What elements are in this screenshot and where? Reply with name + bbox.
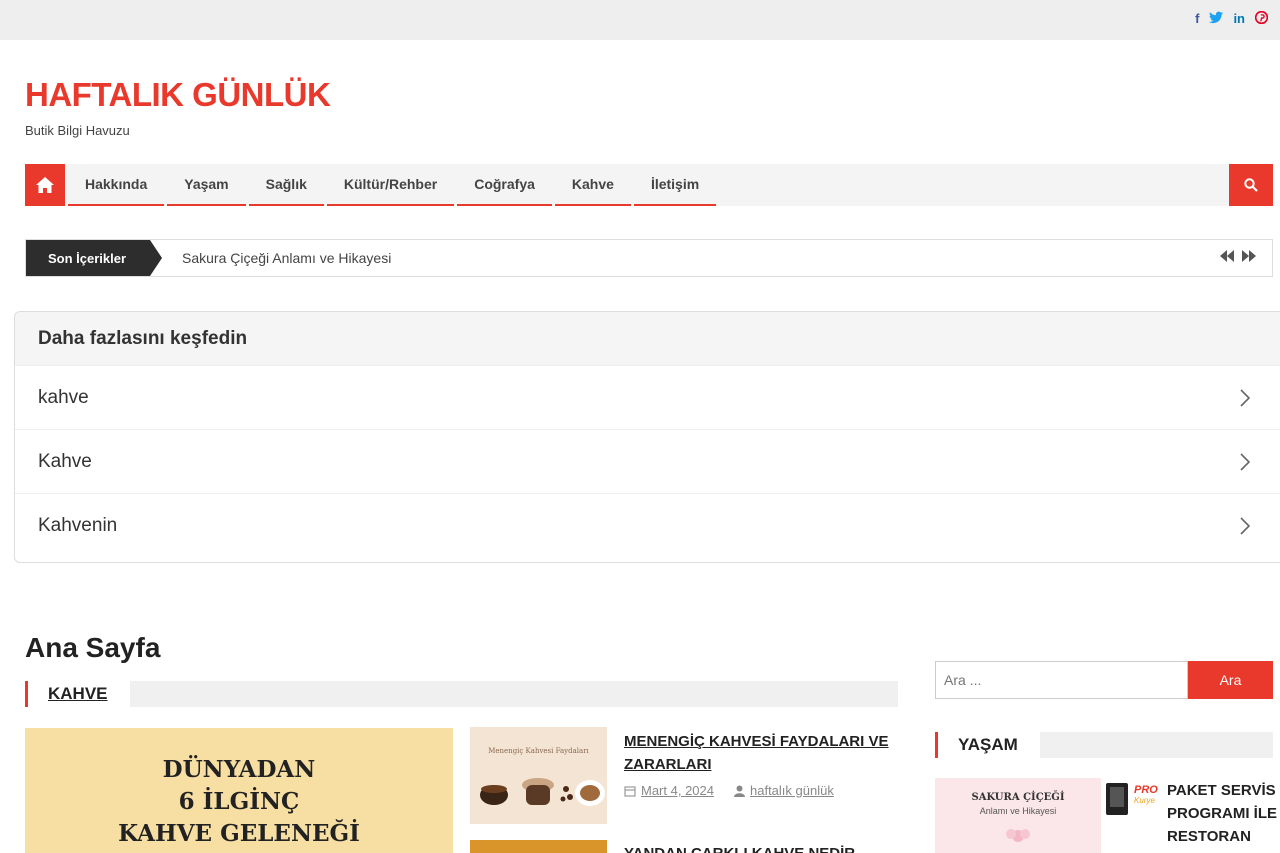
section-title[interactable]: YAŞAM — [938, 735, 1040, 755]
search-submit-button[interactable]: Ara — [1188, 661, 1273, 699]
image-title: SAKURA ÇİÇEĞİ — [971, 792, 1065, 803]
ticker-label: Son İçerikler — [26, 240, 150, 276]
top-bar: f in — [0, 0, 1280, 40]
post-author[interactable]: haftalık günlük — [734, 783, 834, 798]
thumbnail-caption: Menengiç Kahvesi Faydaları — [488, 747, 589, 755]
image-subtitle: Anlamı ve Hikayesi — [979, 806, 1057, 816]
explore-item[interactable]: kahve — [15, 365, 1280, 429]
sidebar-post-image[interactable]: SAKURA ÇİÇEĞİ Anlamı ve Hikayesi — [935, 778, 1101, 853]
featured-image-text: DÜNYADAN — [162, 756, 316, 783]
post-title-line: MENENGİÇ KAHVESİ FAYDALARI VE — [624, 733, 889, 750]
ticker-label-arrow — [150, 240, 162, 276]
nav-item-kahve[interactable]: Kahve — [554, 164, 631, 206]
facebook-icon[interactable]: f — [1195, 11, 1199, 28]
featured-image-text: KAHVE GELENEĞİ — [118, 820, 360, 847]
featured-post-image[interactable]: DÜNYADAN 6 İLGİNÇ KAHVE GELENEĞİ — [25, 728, 453, 853]
news-ticker: Son İçerikler Sakura Çiçeği Anlamı ve Hi… — [25, 239, 1273, 277]
coffee-cups-illustration — [480, 778, 605, 806]
nav-item-iletisim[interactable]: İletişim — [633, 164, 717, 206]
nav-item-yasam[interactable]: Yaşam — [167, 164, 246, 206]
explore-item-label: Kahve — [38, 450, 92, 472]
pinterest-icon[interactable] — [1254, 10, 1269, 28]
calendar-icon — [624, 785, 636, 797]
post-date-text: Mart 4, 2024 — [641, 783, 714, 798]
post-meta: Mart 4, 2024 haftalık günlük — [624, 783, 834, 798]
search-icon — [1244, 178, 1258, 192]
explore-item[interactable]: Kahvenin — [15, 493, 1280, 557]
chevron-right-icon — [1240, 452, 1250, 471]
sidebar-search: Ara — [935, 661, 1273, 699]
post-author-text: haftalık günlük — [750, 783, 834, 798]
search-toggle-button[interactable] — [1229, 164, 1273, 206]
post-title-line: ZARARLARI — [624, 756, 712, 773]
user-icon — [734, 785, 745, 797]
nav-item-saglik[interactable]: Sağlık — [248, 164, 324, 206]
section-title[interactable]: KAHVE — [28, 684, 130, 704]
nav-item-kultur-rehber[interactable]: Kültür/Rehber — [326, 164, 455, 206]
post-date[interactable]: Mart 4, 2024 — [624, 783, 714, 798]
post-thumbnail[interactable]: Menengiç Kahvesi Faydaları — [470, 727, 607, 824]
rewind-icon[interactable] — [1220, 250, 1234, 262]
section-header-yasam: YAŞAM — [935, 732, 1273, 758]
explore-item-label: Kahvenin — [38, 514, 118, 536]
linkedin-icon[interactable]: in — [1233, 11, 1245, 28]
logo-text: PRO — [1134, 784, 1158, 796]
section-header-kahve: KAHVE — [25, 681, 898, 707]
explore-item-label: kahve — [38, 386, 89, 408]
ticker-controls — [1220, 250, 1256, 262]
ticker-headline[interactable]: Sakura Çiçeği Anlamı ve Hikayesi — [182, 250, 391, 266]
site-description: Butik Bilgi Havuzu — [25, 123, 130, 138]
section-divider — [1039, 732, 1273, 758]
featured-image-text: 6 İLGİNÇ — [178, 788, 300, 815]
fast-forward-icon[interactable] — [1242, 250, 1256, 262]
sidebar-post-thumbnail[interactable]: PRO Kurye — [1106, 781, 1162, 817]
section-divider — [129, 681, 898, 707]
explore-item[interactable]: Kahve — [15, 429, 1280, 493]
sakura-flower-icon — [1006, 829, 1030, 842]
post-title[interactable]: YANDAN ÇARKLI KAHVE NEDİR NASIL — [624, 842, 899, 853]
nav-item-hakkinda[interactable]: Hakkında — [68, 164, 165, 206]
sidebar-post-title[interactable]: PAKET SERVİS PROGRAMI İLE RESTORAN — [1167, 779, 1277, 848]
social-links: f in — [1195, 10, 1269, 28]
search-input[interactable] — [935, 661, 1188, 699]
twitter-icon[interactable] — [1209, 11, 1224, 28]
post-title[interactable]: MENENGİÇ KAHVESİ FAYDALARI VE ZARARLARI — [624, 730, 899, 776]
explore-title: Daha fazlasını keşfedin — [15, 312, 1280, 365]
page-title: Ana Sayfa — [25, 632, 161, 663]
site-title[interactable]: HAFTALIK GÜNLÜK — [25, 76, 331, 114]
home-button[interactable] — [25, 164, 65, 206]
explore-more-panel: Daha fazlasını keşfedin kahve Kahve Kahv… — [14, 311, 1280, 563]
chevron-right-icon — [1240, 388, 1250, 407]
chevron-right-icon — [1240, 516, 1250, 535]
main-navigation: Hakkında Yaşam Sağlık Kültür/Rehber Coğr… — [25, 164, 1273, 206]
nav-item-cografya[interactable]: Coğrafya — [457, 164, 552, 206]
post-thumbnail[interactable] — [470, 840, 607, 853]
logo-text-secondary: Kurye — [1134, 796, 1155, 805]
home-icon — [36, 177, 54, 193]
nav-menu: Hakkında Yaşam Sağlık Kültür/Rehber Coğr… — [68, 164, 719, 206]
